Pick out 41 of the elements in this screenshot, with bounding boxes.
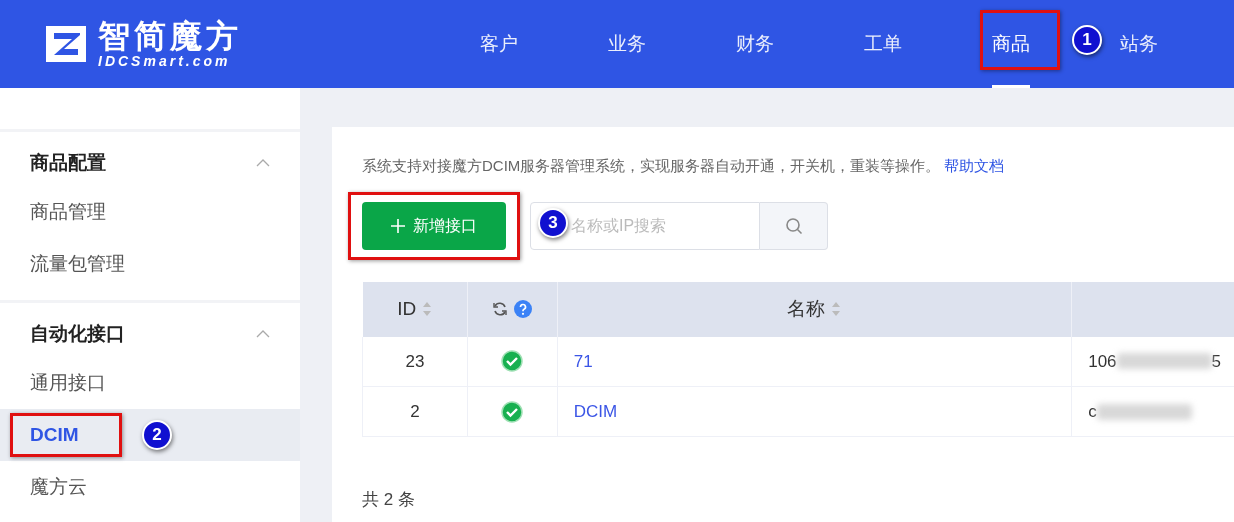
table-cell: 2 [362, 386, 468, 437]
logo-subtitle: IDCSmart.com [98, 54, 232, 68]
name-link[interactable]: 71 [573, 351, 593, 371]
sidebar-item[interactable]: 流量包管理 [0, 238, 300, 290]
chevron-icon[interactable] [256, 330, 270, 338]
column-header: 名称 [787, 296, 826, 321]
add-button[interactable]: 新增接口 [362, 201, 506, 250]
sort-icon[interactable] [831, 301, 842, 317]
name-link[interactable]: DCIM [573, 401, 618, 421]
sidebar-item[interactable]: 魔方云 [0, 461, 300, 513]
sidebar-item[interactable]: DCIM 2 [0, 409, 300, 461]
address-text: 106 [1088, 350, 1117, 373]
description-text: 系统支持对接魔方DCIM服务器管理系统，实现服务器自动开通，开关机，重装等操作。 [362, 157, 941, 174]
help-icon[interactable] [514, 300, 533, 318]
plus-icon [391, 218, 405, 233]
step-marker: 3 [538, 207, 568, 238]
refresh-icon[interactable] [492, 301, 509, 317]
table-cell: 23 [362, 336, 468, 387]
sidebar-item[interactable]: 商品管理 [0, 186, 300, 238]
total-count: 共 2 条 [362, 489, 415, 511]
search-button[interactable] [760, 201, 828, 250]
nav-tab[interactable]: 商品 [992, 0, 1030, 88]
address-text: c [1088, 400, 1097, 423]
sidebar-group-title: 自动化接口 [30, 321, 125, 346]
nav-tab[interactable]: 业务 [608, 0, 646, 88]
step-marker: 1 [1072, 25, 1102, 55]
help-link[interactable]: 帮助文档 [944, 157, 1005, 174]
search-icon [784, 216, 803, 235]
logo-icon [44, 24, 88, 64]
step-marker: 2 [142, 420, 172, 450]
sidebar-item[interactable]: 通用接口 [0, 357, 300, 409]
nav-tab[interactable]: 客户 [480, 0, 518, 88]
address-text: 5 [1211, 350, 1221, 373]
sidebar-group-title: 商品配置 [30, 150, 106, 175]
chevron-icon[interactable] [256, 159, 270, 167]
nav-tab[interactable]: 财务 [736, 0, 774, 88]
column-header: ID [397, 296, 417, 321]
logo-title: 智简魔方 [98, 20, 242, 52]
nav-tab[interactable]: 站务 [1120, 0, 1158, 88]
nav-tab[interactable]: 工单 [864, 0, 902, 88]
sort-icon[interactable] [422, 301, 433, 317]
